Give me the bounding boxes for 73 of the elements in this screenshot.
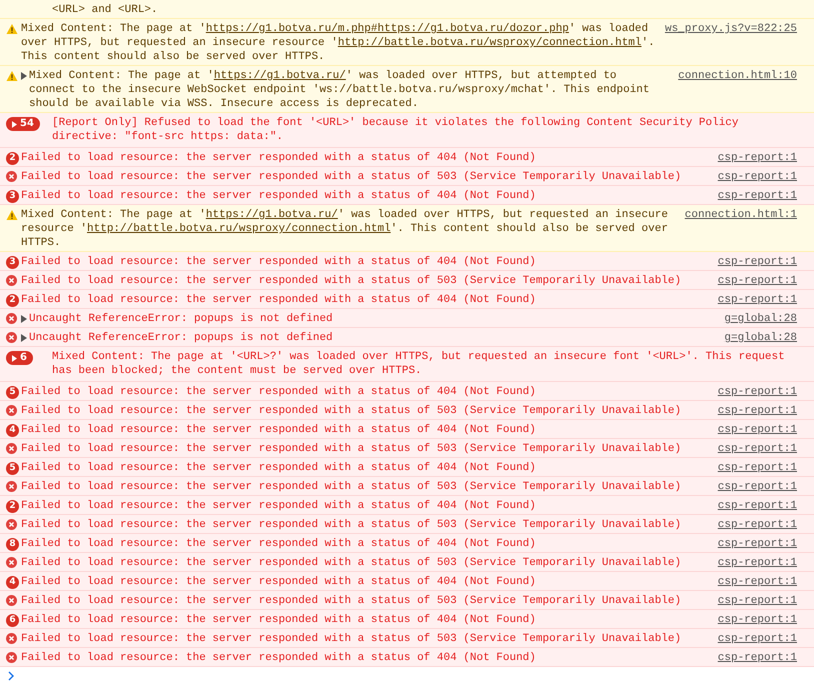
message-text: Failed to load resource: the server responded with a status of 404 (Not Found): [21, 385, 537, 399]
message-link[interactable]: https://g1.botva.ru/: [214, 70, 346, 82]
message-text: Mixed Content: The page at '<URL>?' was loaded over HTTPS, but requested an insecure font '<URL>'. This request has been blocked; the content must be served over HTTPS.: [52, 350, 786, 378]
message-link[interactable]: https://g1.botva.ru/m.php#https://g1.botva.ru/dozor.php: [206, 23, 569, 35]
message-text: Failed to load resource: the server responded with a status of 404 (Not Found): [21, 189, 537, 203]
source-link[interactable]: csp-report:1: [718, 189, 797, 203]
message-text: Failed to load resource: the server responded with a status of 404 (Not Found): [21, 423, 537, 437]
message-link[interactable]: http://battle.botva.ru/wsproxy/connection.html: [338, 37, 642, 49]
message-count-badge: 3: [6, 190, 19, 203]
message-text: Failed to load resource: the server responded with a status of 503 (Service Temporarily Unavailable): [21, 594, 682, 608]
source-link[interactable]: csp-report:1: [718, 255, 797, 269]
message-count-badge: 3: [6, 256, 19, 269]
message-text: Failed to load resource: the server responded with a status of 404 (Not Found): [21, 461, 537, 475]
message-count-badge[interactable]: 54: [6, 117, 40, 131]
message-text: Failed to load resource: the server responded with a status of 503 (Service Temporarily Unavailable): [21, 632, 682, 646]
source-link[interactable]: g=global:28: [724, 312, 797, 326]
message-text: Failed to load resource: the server responded with a status of 503 (Service Temporarily Unavailable): [21, 556, 682, 570]
source-link[interactable]: csp-report:1: [718, 575, 797, 589]
source-link[interactable]: csp-report:1: [718, 632, 797, 646]
message-text: Mixed Content: The page at 'https://g1.botva.ru/' was loaded over HTTPS, but attempted to connect to the insecure WebSocket endpoint 'ws://battle.botva.ru/wsproxy/mchat'. This endpoint should be available via WSS. Insecure access is deprecated.: [29, 69, 651, 111]
message-text: Mixed Content: The page at 'https://g1.botva.ru/m.php#https://g1.botva.ru/dozor.php' was loaded over HTTPS, but requested an insecure resource 'http://battle.botva.ru/wsproxy/connection.html'. This content should also be served over HTTPS.: [21, 22, 655, 64]
message-text: Failed to load resource: the server responded with a status of 404 (Not Found): [21, 537, 537, 551]
message-text: Failed to load resource: the server responded with a status of 503 (Service Temporarily Unavailable): [21, 274, 682, 288]
source-link[interactable]: connection.html:1: [684, 208, 797, 222]
source-link[interactable]: csp-report:1: [718, 293, 797, 307]
message-count-badge: 2: [6, 294, 19, 307]
message-text: Failed to load resource: the server responded with a status of 503 (Service Temporarily Unavailable): [21, 518, 682, 532]
source-link[interactable]: connection.html:10: [678, 69, 797, 83]
message-text: Failed to load resource: the server responded with a status of 404 (Not Found): [21, 499, 537, 513]
source-link[interactable]: csp-report:1: [718, 404, 797, 418]
message-count-badge: 8: [6, 538, 19, 551]
message-text: Mixed Content: The page at 'https://g1.botva.ru/' was loaded over HTTPS, but requested an insecure resource 'http://battle.botva.ru/wsproxy/connection.html'. This content should also be served over HTTPS.: [21, 208, 669, 250]
message-text: Failed to load resource: the server responded with a status of 503 (Service Temporarily Unavailable): [21, 442, 682, 456]
message-text: Uncaught ReferenceError: popups is not defined: [29, 312, 334, 326]
source-link[interactable]: csp-report:1: [718, 461, 797, 475]
message-link[interactable]: http://battle.botva.ru/wsproxy/connection.html: [87, 223, 391, 235]
message-count-badge[interactable]: 6: [6, 351, 33, 365]
source-link[interactable]: csp-report:1: [718, 480, 797, 494]
source-link[interactable]: csp-report:1: [718, 170, 797, 184]
source-link[interactable]: csp-report:1: [718, 423, 797, 437]
message-text: Failed to load resource: the server responded with a status of 404 (Not Found): [21, 293, 537, 307]
message-count-badge: 4: [6, 424, 19, 437]
message-text: <URL> and <URL>.: [52, 3, 159, 17]
message-count-badge: 2: [6, 152, 19, 165]
message-text: Failed to load resource: the server responded with a status of 503 (Service Temporarily Unavailable): [21, 480, 682, 494]
source-link[interactable]: csp-report:1: [718, 385, 797, 399]
source-link[interactable]: csp-report:1: [718, 556, 797, 570]
source-link[interactable]: g=global:28: [724, 331, 797, 345]
message-count-badge: 5: [6, 462, 19, 475]
message-text: [Report Only] Refused to load the font '<URL>' because it violates the following Content Security Policy directive: "font-src https: data:".: [52, 116, 740, 144]
message-text: Failed to load resource: the server responded with a status of 404 (Not Found): [21, 575, 537, 589]
message-text: Failed to load resource: the server responded with a status of 503 (Service Temporarily Unavailable): [21, 170, 682, 184]
source-link[interactable]: csp-report:1: [718, 613, 797, 627]
source-link[interactable]: csp-report:1: [718, 274, 797, 288]
source-link[interactable]: csp-report:1: [718, 499, 797, 513]
message-link[interactable]: https://g1.botva.ru/: [206, 209, 338, 221]
message-count-badge: 2: [6, 500, 19, 513]
message-text: Failed to load resource: the server responded with a status of 404 (Not Found): [21, 255, 537, 269]
source-link[interactable]: csp-report:1: [718, 442, 797, 456]
message-count-badge: 5: [6, 386, 19, 399]
message-text: Uncaught ReferenceError: popups is not defined: [29, 331, 334, 345]
source-link[interactable]: ws_proxy.js?v=822:25: [664, 22, 797, 36]
source-link[interactable]: csp-report:1: [718, 518, 797, 532]
source-link[interactable]: csp-report:1: [718, 651, 797, 665]
message-count-badge: 4: [6, 576, 19, 589]
message-text: Failed to load resource: the server responded with a status of 404 (Not Found): [21, 651, 537, 665]
message-text: Failed to load resource: the server responded with a status of 404 (Not Found): [21, 613, 537, 627]
source-link[interactable]: csp-report:1: [718, 594, 797, 608]
source-link[interactable]: csp-report:1: [718, 537, 797, 551]
message-count-badge: 6: [6, 614, 19, 627]
message-text: Failed to load resource: the server responded with a status of 404 (Not Found): [21, 151, 537, 165]
source-link[interactable]: csp-report:1: [718, 151, 797, 165]
message-text: Failed to load resource: the server responded with a status of 503 (Service Temporarily Unavailable): [21, 404, 682, 418]
